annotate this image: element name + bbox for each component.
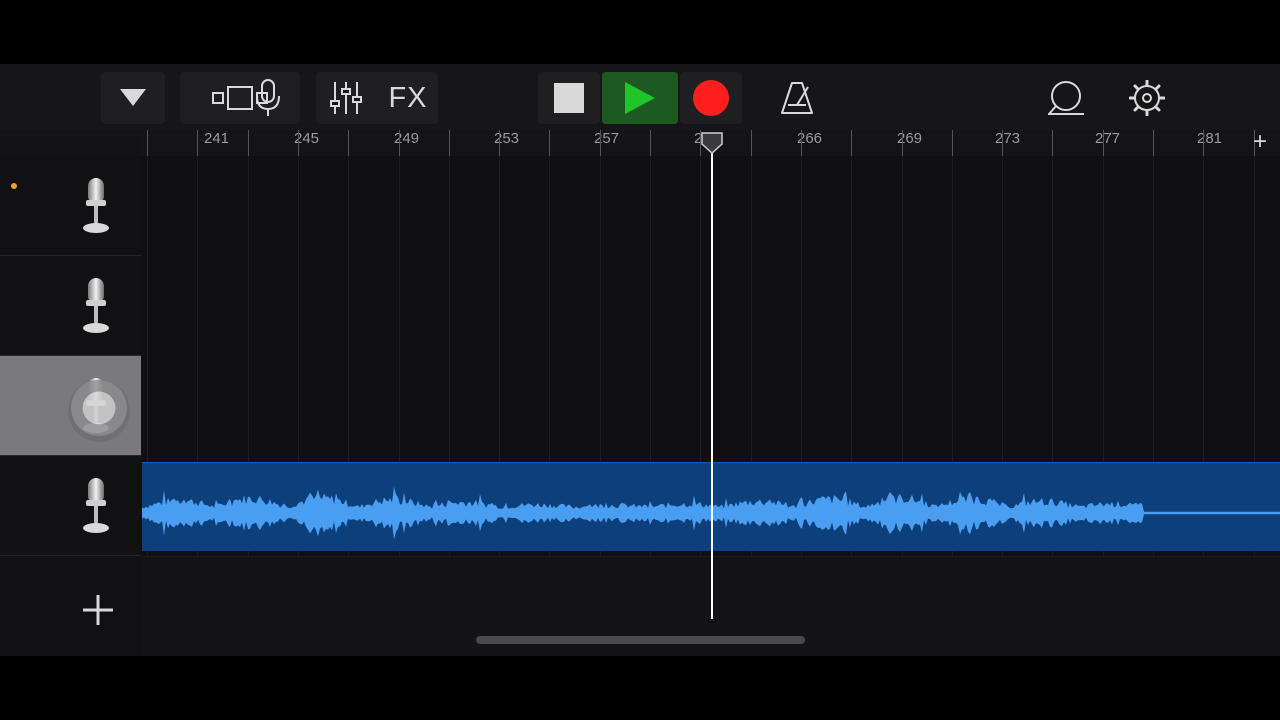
- ruler-tick: [800, 130, 802, 156]
- microphone-icon: [256, 79, 280, 116]
- loop-icon: [1048, 81, 1084, 115]
- instrument-button[interactable]: [236, 72, 300, 124]
- ruler-tick: [448, 130, 450, 156]
- add-track-button[interactable]: [80, 592, 116, 628]
- microphone-icon: [83, 178, 109, 233]
- volume-knob[interactable]: [68, 380, 130, 442]
- bar-number: 273: [995, 130, 1021, 147]
- browser-menu-button[interactable]: [101, 72, 165, 124]
- triangle-down-icon: [120, 89, 146, 106]
- ruler-tick: [398, 130, 400, 156]
- fx-label: FX: [388, 81, 428, 114]
- ruler-tick: [650, 130, 651, 156]
- microphone-icon: [83, 478, 109, 533]
- bar-number: 257: [594, 130, 620, 147]
- fx-button[interactable]: FX: [378, 72, 438, 124]
- gear-icon: [1129, 80, 1165, 116]
- stop-button[interactable]: [538, 72, 600, 124]
- horizontal-scrollbar[interactable]: [476, 636, 805, 644]
- ruler-tick: [147, 130, 148, 156]
- mixer-button[interactable]: [316, 72, 376, 124]
- track-header-audio-recorder-2[interactable]: [0, 256, 141, 356]
- stop-icon: [554, 83, 584, 113]
- bar-number: 241: [204, 130, 230, 147]
- track-view-button[interactable]: [180, 72, 300, 124]
- track-headers: [0, 156, 141, 656]
- metronome-icon: [781, 82, 813, 114]
- plus-icon: [83, 595, 113, 625]
- loop-browser-button[interactable]: [1036, 72, 1098, 124]
- play-button[interactable]: [602, 72, 678, 124]
- ruler-tick: [297, 130, 299, 156]
- ruler-tick: [348, 130, 350, 156]
- ruler-tick: [1102, 130, 1104, 156]
- bar-number: 253: [494, 130, 520, 147]
- settings-button[interactable]: [1116, 72, 1178, 124]
- playhead-handle-icon[interactable]: [699, 132, 725, 154]
- bar-number: 281: [1197, 130, 1223, 147]
- metronome-button[interactable]: [766, 72, 828, 124]
- ruler-tick: [599, 130, 601, 156]
- microphone-icon: [83, 278, 109, 333]
- sliders-icon: [330, 82, 362, 114]
- ruler-tick: [750, 130, 752, 156]
- ruler-tick: [549, 130, 551, 156]
- ruler-tick: [851, 130, 853, 156]
- add-section-button[interactable]: +: [1249, 130, 1271, 154]
- record-button[interactable]: [680, 72, 742, 124]
- ruler-tick: [951, 130, 953, 156]
- track-header-audio-recorder-3[interactable]: [0, 356, 141, 456]
- mix-fx-group: FX: [316, 72, 438, 124]
- bar-number: 277: [1095, 130, 1121, 147]
- ruler-tick: [1002, 130, 1004, 156]
- record-icon: [693, 80, 729, 116]
- ruler-tick: [247, 130, 249, 156]
- ruler-tick: [499, 130, 501, 156]
- track-header-audio-recorder-1[interactable]: [0, 156, 141, 256]
- ruler-tick: [1052, 130, 1054, 156]
- track-header-audio-recorder-4[interactable]: [0, 456, 141, 556]
- play-icon: [625, 82, 655, 114]
- control-bar: FX: [0, 64, 1280, 130]
- ruler-tick: [1203, 130, 1205, 156]
- garageband-app: FX 241 245 249 253 257 266 269 273 277 2…: [0, 64, 1280, 656]
- ruler-tick: [197, 130, 199, 156]
- ruler-tick: [901, 130, 903, 156]
- playhead[interactable]: [711, 134, 713, 619]
- ruler-tick: [1153, 130, 1154, 156]
